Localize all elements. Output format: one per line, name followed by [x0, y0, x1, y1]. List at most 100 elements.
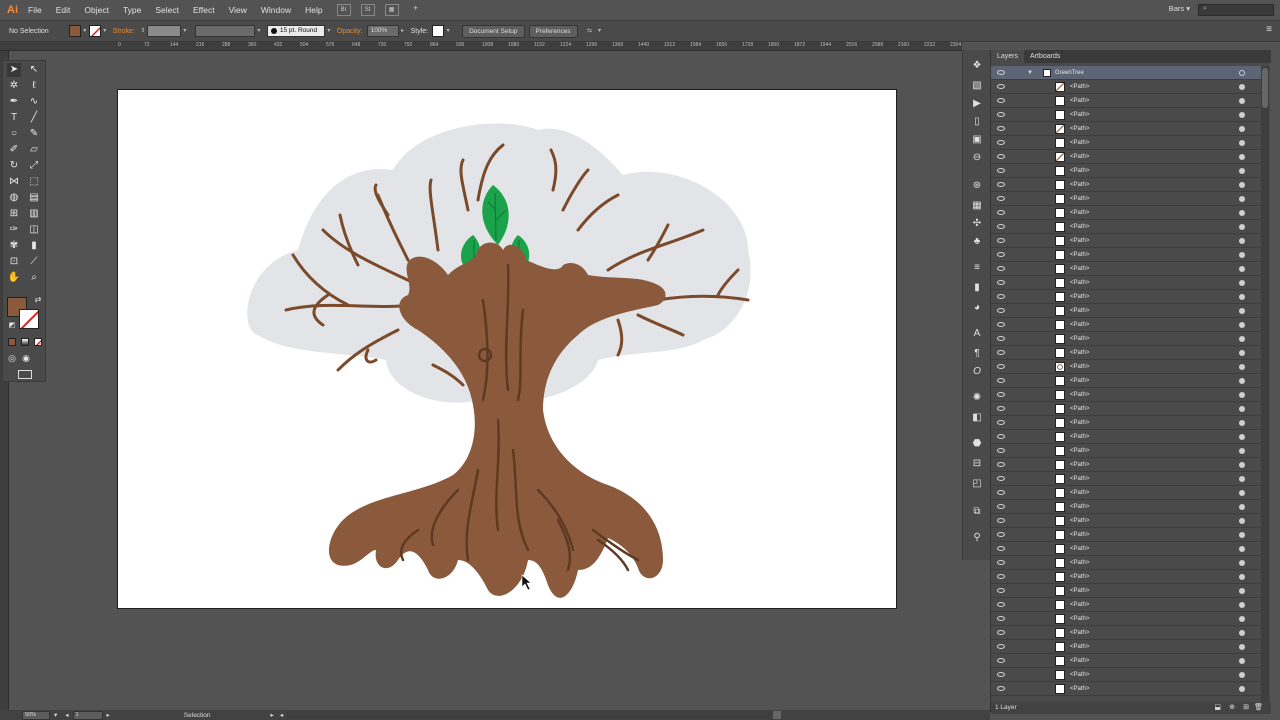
tree-illustration[interactable]	[118, 90, 898, 610]
eyedropper-tool-icon[interactable]: ✑	[7, 223, 21, 237]
path-target-icon[interactable]	[1239, 489, 1245, 496]
path-target-icon[interactable]	[1239, 685, 1245, 692]
path-target-icon[interactable]	[1239, 531, 1245, 538]
path-target-icon[interactable]	[1239, 167, 1245, 174]
visibility-eye-icon[interactable]	[997, 616, 1005, 621]
path-name[interactable]: <Path>	[1070, 490, 1089, 496]
slice-tool-icon[interactable]: ⟋	[27, 255, 41, 269]
blend-tool-icon[interactable]: ◫	[27, 223, 41, 237]
artboard-number-field[interactable]: 1	[72, 710, 103, 720]
color-panel-icon[interactable]: ❖	[971, 60, 983, 72]
new-sublayer-icon[interactable]: ⊕	[1229, 702, 1235, 714]
arrange-documents-icon[interactable]: ▦	[384, 4, 399, 16]
visibility-eye-icon[interactable]	[997, 238, 1005, 243]
h-scroll-thumb[interactable]	[773, 711, 782, 719]
status-menu-arrow-icon[interactable]: ▸	[271, 711, 274, 719]
path-target-icon[interactable]	[1239, 587, 1245, 594]
path-name[interactable]: <Path>	[1070, 364, 1089, 370]
path-name[interactable]: <Path>	[1070, 168, 1089, 174]
path-target-icon[interactable]	[1239, 391, 1245, 398]
path-target-icon[interactable]	[1239, 139, 1245, 146]
path-target-icon[interactable]	[1239, 321, 1245, 328]
path-row[interactable]: <Path>	[991, 262, 1261, 276]
search-input[interactable]: ⌕	[1198, 4, 1274, 16]
stock-button[interactable]: St	[360, 4, 375, 16]
gpu-icon[interactable]: ✈	[409, 4, 423, 16]
path-target-icon[interactable]	[1239, 643, 1245, 650]
appearance-panel-icon[interactable]: ◕	[971, 302, 983, 314]
layers-panel-icon[interactable]: ◰	[971, 478, 983, 490]
path-row[interactable]: <Path>	[991, 472, 1261, 486]
shape-builder-tool-icon[interactable]: ◍	[7, 191, 21, 205]
visibility-eye-icon[interactable]	[997, 224, 1005, 229]
path-target-icon[interactable]	[1239, 335, 1245, 342]
path-target-icon[interactable]	[1239, 405, 1245, 412]
path-row[interactable]: <Path>	[991, 290, 1261, 304]
visibility-eye-icon[interactable]	[997, 182, 1005, 187]
path-name[interactable]: <Path>	[1070, 294, 1089, 300]
scroll-thumb[interactable]	[1262, 68, 1268, 108]
path-row[interactable]: <Path>	[991, 122, 1261, 136]
graphic-style-swatch[interactable]	[432, 25, 445, 37]
path-name[interactable]: <Path>	[1070, 154, 1089, 160]
navigator-panel-icon[interactable]: ⊛	[971, 180, 983, 192]
screen-mode-icon[interactable]	[18, 370, 32, 379]
default-colors-icon[interactable]: ◩	[5, 319, 19, 333]
path-name[interactable]: <Path>	[1070, 196, 1089, 202]
path-name[interactable]: <Path>	[1070, 630, 1089, 636]
scroll-left-icon[interactable]: ◂	[280, 711, 283, 719]
visibility-eye-icon[interactable]	[997, 420, 1005, 425]
opacity-arrow-icon[interactable]: ▸	[399, 25, 407, 37]
opacity-label[interactable]: Opacity:	[337, 28, 363, 35]
visibility-eye-icon[interactable]	[997, 112, 1005, 117]
path-name[interactable]: <Path>	[1070, 518, 1089, 524]
visibility-eye-icon[interactable]	[997, 630, 1005, 635]
opentype-panel-icon[interactable]: O	[971, 366, 983, 378]
path-name[interactable]: <Path>	[1070, 476, 1089, 482]
path-name[interactable]: <Path>	[1070, 532, 1089, 538]
path-target-icon[interactable]	[1239, 461, 1245, 468]
tab-layers[interactable]: Layers	[991, 50, 1025, 63]
visibility-eye-icon[interactable]	[997, 602, 1005, 607]
symbols-panel-icon[interactable]: ♣	[971, 236, 983, 248]
make-clipping-mask-icon[interactable]: ⬓	[1214, 702, 1221, 714]
path-row[interactable]: <Path>	[991, 234, 1261, 248]
menu-select[interactable]: Select	[155, 5, 179, 15]
path-name[interactable]: <Path>	[1070, 182, 1089, 188]
free-transform-tool-icon[interactable]: ⬚	[27, 175, 41, 189]
path-name[interactable]: <Path>	[1070, 658, 1089, 664]
brush-dropdown-icon[interactable]: ▾	[325, 25, 333, 37]
visibility-eye-icon[interactable]	[997, 336, 1005, 341]
path-target-icon[interactable]	[1239, 545, 1245, 552]
zoom-dropdown-icon[interactable]: ▾	[54, 711, 57, 719]
visibility-eye-icon[interactable]	[997, 476, 1005, 481]
visibility-eye-icon[interactable]	[997, 252, 1005, 257]
document-setup-button[interactable]: Document Setup	[462, 24, 525, 38]
path-target-icon[interactable]	[1239, 251, 1245, 258]
pathfinder-panel-icon[interactable]: ⬣	[971, 438, 983, 450]
path-row[interactable]: <Path>	[991, 416, 1261, 430]
align-options-icon[interactable]: ⇆	[584, 25, 596, 37]
path-target-icon[interactable]	[1239, 125, 1245, 132]
layer-name[interactable]: GreenTree	[1055, 70, 1084, 76]
path-name[interactable]: <Path>	[1070, 462, 1089, 468]
visibility-eye-icon[interactable]	[997, 686, 1005, 691]
path-row[interactable]: <Path>	[991, 332, 1261, 346]
path-target-icon[interactable]	[1239, 237, 1245, 244]
path-row[interactable]: <Path>	[991, 276, 1261, 290]
path-target-icon[interactable]	[1239, 209, 1245, 216]
control-menu-icon[interactable]: ▾	[596, 25, 604, 37]
path-name[interactable]: <Path>	[1070, 406, 1089, 412]
path-row[interactable]: <Path>	[991, 654, 1261, 668]
magic-wand-tool-icon[interactable]: ✲	[7, 79, 21, 93]
artboard-tool-icon[interactable]: ⊡	[7, 255, 21, 269]
path-name[interactable]: <Path>	[1070, 672, 1089, 678]
visibility-eye-icon[interactable]	[997, 574, 1005, 579]
menu-object[interactable]: Object	[84, 5, 109, 15]
menu-view[interactable]: View	[229, 5, 247, 15]
expand-triangle-icon[interactable]: ▼	[1027, 70, 1033, 76]
path-name[interactable]: <Path>	[1070, 560, 1089, 566]
path-row[interactable]: <Path>	[991, 528, 1261, 542]
tab-artboards[interactable]: Artboards	[1024, 50, 1066, 63]
visibility-eye-icon[interactable]	[997, 294, 1005, 299]
